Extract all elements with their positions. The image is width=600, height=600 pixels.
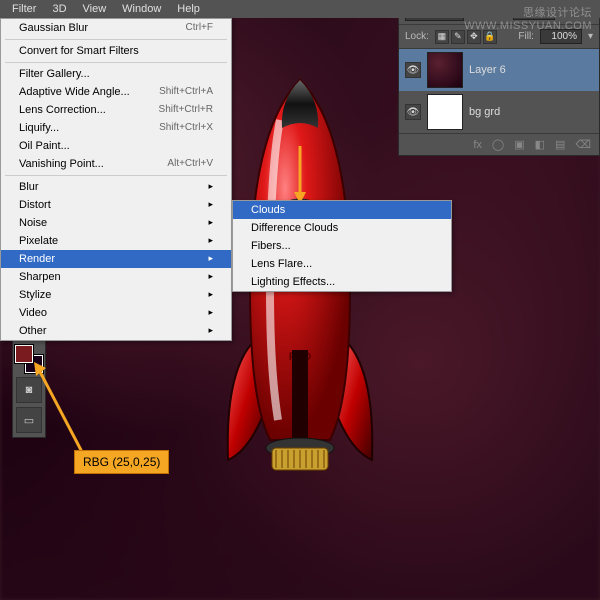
menu-adaptive[interactable]: Adaptive Wide Angle...Shift+Ctrl+A xyxy=(1,83,231,101)
render-diffclouds[interactable]: Difference Clouds xyxy=(233,219,451,237)
lock-pixels-icon[interactable]: ✎ xyxy=(451,30,465,44)
menu-render[interactable]: Render▸ xyxy=(1,250,231,268)
menu-video[interactable]: Video▸ xyxy=(1,304,231,322)
menu-last-filter[interactable]: Gaussian BlurCtrl+F xyxy=(1,19,231,37)
menu-blur[interactable]: Blur▸ xyxy=(1,178,231,196)
callout-bg-color: RBG (25,0,25) xyxy=(74,450,169,474)
visibility-icon[interactable]: 👁 xyxy=(405,62,421,78)
lock-transparent-icon[interactable]: ▦ xyxy=(435,30,449,44)
layer-row-layer6[interactable]: 👁 Layer 6 xyxy=(399,49,599,91)
newlayer-icon[interactable]: ▤ xyxy=(555,138,565,151)
render-clouds[interactable]: Clouds xyxy=(233,201,451,219)
menu-smart[interactable]: Convert for Smart Filters xyxy=(1,42,231,60)
foreground-swatch[interactable] xyxy=(15,345,33,363)
menu-gallery[interactable]: Filter Gallery... xyxy=(1,65,231,83)
menu-distort[interactable]: Distort▸ xyxy=(1,196,231,214)
filter-menu: Gaussian BlurCtrl+F Convert for Smart Fi… xyxy=(0,18,232,341)
menu-liquify[interactable]: Liquify...Shift+Ctrl+X xyxy=(1,119,231,137)
menu-pixelate[interactable]: Pixelate▸ xyxy=(1,232,231,250)
render-fibers[interactable]: Fibers... xyxy=(233,237,451,255)
layer-thumb xyxy=(427,52,463,88)
annotation-arrow-menu xyxy=(290,146,310,206)
render-lighting[interactable]: Lighting Effects... xyxy=(233,273,451,291)
menu-stylize[interactable]: Stylize▸ xyxy=(1,286,231,304)
menu-vanish[interactable]: Vanishing Point...Alt+Ctrl+V xyxy=(1,155,231,173)
layers-footer: fx ◯ ▣ ◧ ▤ ⌫ xyxy=(399,133,599,155)
watermark: 思缘设计论坛 WWW.MISSYUAN.COM xyxy=(464,4,592,32)
layer-name[interactable]: Layer 6 xyxy=(469,64,506,76)
visibility-icon[interactable]: 👁 xyxy=(405,104,421,120)
layer-name[interactable]: bg grd xyxy=(469,106,500,118)
menu-window[interactable]: Window xyxy=(114,3,169,15)
menu-oil[interactable]: Oil Paint... xyxy=(1,137,231,155)
menu-sharpen[interactable]: Sharpen▸ xyxy=(1,268,231,286)
menu-3d[interactable]: 3D xyxy=(44,3,74,15)
menu-filter[interactable]: Filter xyxy=(4,3,44,15)
menu-help[interactable]: Help xyxy=(169,3,208,15)
fx-icon[interactable]: fx xyxy=(473,139,482,151)
render-lensflare[interactable]: Lens Flare... xyxy=(233,255,451,273)
menu-view[interactable]: View xyxy=(75,3,115,15)
annotation-arrow-bg xyxy=(32,360,92,460)
lock-label: Lock: xyxy=(405,31,429,42)
trash-icon[interactable]: ⌫ xyxy=(575,138,591,151)
render-submenu: Clouds Difference Clouds Fibers... Lens … xyxy=(232,200,452,292)
group-icon[interactable]: ◧ xyxy=(535,138,545,151)
adjust-icon[interactable]: ▣ xyxy=(514,138,524,151)
layer-thumb xyxy=(427,94,463,130)
fill-label: Fill: xyxy=(518,31,534,42)
mask-icon[interactable]: ◯ xyxy=(492,138,504,151)
menu-noise[interactable]: Noise▸ xyxy=(1,214,231,232)
menu-lens[interactable]: Lens Correction...Shift+Ctrl+R xyxy=(1,101,231,119)
layer-row-bggrd[interactable]: 👁 bg grd xyxy=(399,91,599,133)
menu-other[interactable]: Other▸ xyxy=(1,322,231,340)
